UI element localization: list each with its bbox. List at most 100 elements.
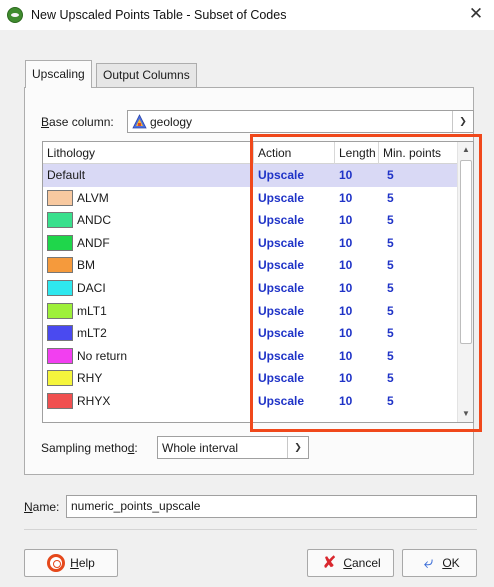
length-cell[interactable]: 10	[339, 187, 352, 210]
sampling-method-label: Sampling method:	[41, 441, 138, 455]
chevron-down-icon[interactable]: ❯	[287, 437, 308, 458]
table-row[interactable]: mLT1 Upscale 10 5	[43, 300, 459, 323]
column-header-lithology[interactable]: Lithology	[43, 142, 254, 164]
color-swatch	[47, 189, 73, 206]
min-points-cell[interactable]: 5	[387, 232, 394, 255]
column-header-action[interactable]: Action	[254, 142, 335, 164]
sampling-method-dropdown[interactable]: Whole interval ❯	[157, 436, 309, 459]
scrollbar-thumb[interactable]	[460, 160, 472, 344]
column-header-min-points[interactable]: Min. points	[379, 142, 459, 164]
lithology-name: mLT1	[77, 303, 107, 318]
lithology-name: ANDC	[77, 213, 112, 228]
color-swatch	[47, 370, 73, 387]
tab-output-columns[interactable]: Output Columns	[96, 63, 197, 87]
table-rows: Default Upscale 10 5 ALVM Upscale 10 5 A…	[43, 164, 459, 413]
close-icon[interactable]: ✕	[466, 4, 486, 24]
name-input[interactable]: numeric_points_upscale	[66, 495, 477, 518]
lithology-name: ANDF	[77, 235, 110, 250]
action-cell[interactable]: Upscale	[258, 232, 304, 255]
window-title: New Upscaled Points Table - Subset of Co…	[31, 8, 287, 22]
chevron-down-icon[interactable]: ❯	[452, 111, 473, 132]
length-cell[interactable]: 10	[339, 322, 352, 345]
color-swatch	[47, 392, 73, 409]
action-cell[interactable]: Upscale	[258, 187, 304, 210]
min-points-cell[interactable]: 5	[387, 390, 394, 413]
table-row[interactable]: Default Upscale 10 5	[43, 164, 459, 187]
length-cell[interactable]: 10	[339, 345, 352, 368]
table-row[interactable]: RHYX Upscale 10 5	[43, 390, 459, 413]
sampling-method-value: Whole interval	[162, 440, 239, 455]
length-cell[interactable]: 10	[339, 390, 352, 413]
length-cell[interactable]: 10	[339, 254, 352, 277]
table-header: Lithology Action Length Min. points	[43, 142, 459, 164]
min-points-cell[interactable]: 5	[387, 300, 394, 323]
column-header-length[interactable]: Length	[335, 142, 379, 164]
action-cell[interactable]: Upscale	[258, 277, 304, 300]
tab-upscaling[interactable]: Upscaling	[25, 60, 92, 88]
min-points-cell[interactable]: 5	[387, 209, 394, 232]
divider	[24, 529, 477, 530]
color-swatch	[47, 234, 73, 251]
lithology-table: Lithology Action Length Min. points Defa…	[42, 141, 474, 423]
length-cell[interactable]: 10	[339, 277, 352, 300]
action-cell[interactable]: Upscale	[258, 254, 304, 277]
min-points-cell[interactable]: 5	[387, 187, 394, 210]
cancel-button[interactable]: ✘ Cancel	[307, 549, 394, 577]
min-points-cell[interactable]: 5	[387, 164, 394, 187]
action-cell[interactable]: Upscale	[258, 209, 304, 232]
lithology-name: DACI	[77, 280, 106, 295]
lithology-name: ALVM	[77, 190, 109, 205]
action-cell[interactable]: Upscale	[258, 300, 304, 323]
action-cell[interactable]: Upscale	[258, 164, 304, 187]
table-scrollbar[interactable]: ▲ ▼	[457, 142, 473, 422]
color-swatch	[47, 302, 73, 319]
lithology-name: No return	[77, 348, 128, 363]
table-row[interactable]: RHY Upscale 10 5	[43, 367, 459, 390]
lithology-name: RHYX	[77, 393, 111, 408]
scroll-up-icon[interactable]: ▲	[458, 142, 473, 158]
ok-button[interactable]: ⤶ OK	[402, 549, 477, 577]
action-cell[interactable]: Upscale	[258, 390, 304, 413]
color-swatch	[47, 257, 73, 274]
length-cell[interactable]: 10	[339, 232, 352, 255]
lithology-name: Default	[47, 168, 86, 182]
scroll-down-icon[interactable]: ▼	[458, 406, 473, 422]
min-points-cell[interactable]: 5	[387, 322, 394, 345]
action-cell[interactable]: Upscale	[258, 322, 304, 345]
table-row[interactable]: ANDC Upscale 10 5	[43, 209, 459, 232]
table-row[interactable]: ALVM Upscale 10 5	[43, 187, 459, 210]
cancel-icon: ✘	[322, 553, 337, 572]
length-cell[interactable]: 10	[339, 209, 352, 232]
action-cell[interactable]: Upscale	[258, 367, 304, 390]
lithology-name: BM	[77, 258, 95, 273]
table-row[interactable]: mLT2 Upscale 10 5	[43, 322, 459, 345]
base-column-dropdown[interactable]: geology ❯	[127, 110, 474, 133]
action-cell[interactable]: Upscale	[258, 345, 304, 368]
lithology-name: mLT2	[77, 326, 107, 341]
table-row[interactable]: BM Upscale 10 5	[43, 254, 459, 277]
base-column-value: geology	[150, 115, 193, 129]
app-logo-icon	[7, 7, 23, 23]
min-points-cell[interactable]: 5	[387, 367, 394, 390]
categorical-column-icon	[132, 114, 147, 129]
table-row[interactable]: ANDF Upscale 10 5	[43, 232, 459, 255]
ok-icon: ⤶	[423, 553, 434, 572]
min-points-cell[interactable]: 5	[387, 277, 394, 300]
help-button[interactable]: Help	[24, 549, 118, 577]
title-bar: New Upscaled Points Table - Subset of Co…	[0, 0, 494, 30]
color-swatch	[47, 279, 73, 296]
color-swatch	[47, 347, 73, 364]
color-swatch	[47, 212, 73, 229]
name-label: Name:	[24, 500, 60, 514]
color-swatch	[47, 325, 73, 342]
min-points-cell[interactable]: 5	[387, 254, 394, 277]
table-row[interactable]: DACI Upscale 10 5	[43, 277, 459, 300]
lithology-name: RHY	[77, 371, 103, 386]
table-row[interactable]: No return Upscale 10 5	[43, 345, 459, 368]
min-points-cell[interactable]: 5	[387, 345, 394, 368]
length-cell[interactable]: 10	[339, 300, 352, 323]
help-icon	[47, 554, 66, 572]
length-cell[interactable]: 10	[339, 164, 352, 187]
length-cell[interactable]: 10	[339, 367, 352, 390]
base-column-label: Base column:	[41, 115, 114, 129]
